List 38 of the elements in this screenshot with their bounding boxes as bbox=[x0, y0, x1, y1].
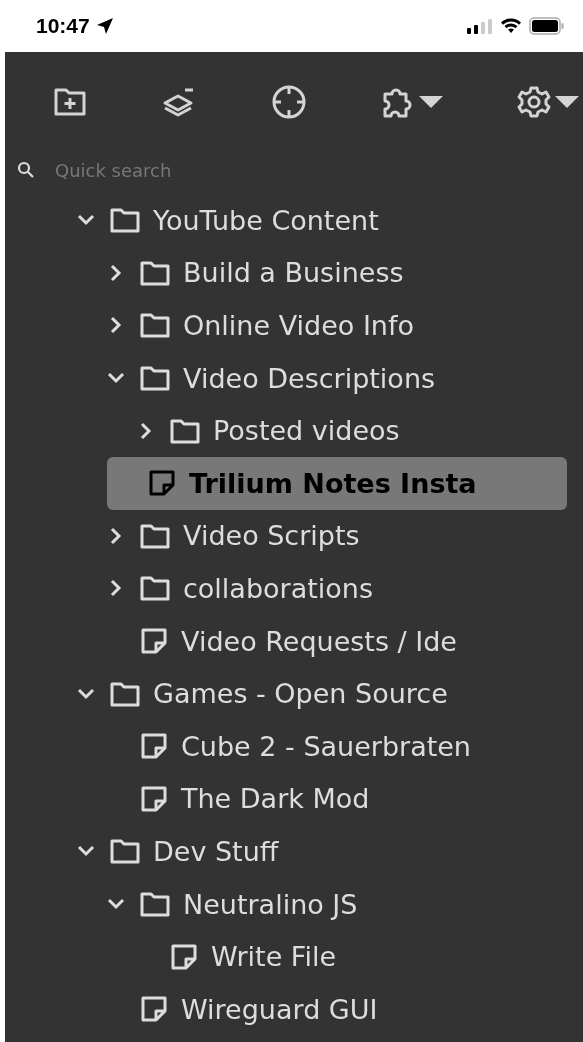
tree-item[interactable]: Posted videos bbox=[213, 415, 400, 447]
tree-item[interactable]: YouTube Content bbox=[153, 204, 379, 236]
tree-item[interactable]: Video Requests / Ide bbox=[181, 625, 457, 657]
tree-item[interactable]: Cube 2 - Sauerbraten bbox=[181, 730, 471, 762]
tree-item[interactable]: Dev Stuff bbox=[153, 835, 279, 867]
location-icon bbox=[95, 17, 114, 35]
battery-icon bbox=[529, 17, 565, 35]
folder-icon bbox=[139, 311, 171, 340]
note-icon bbox=[139, 626, 169, 657]
wifi-icon bbox=[500, 18, 522, 34]
settings-menu-button[interactable] bbox=[517, 85, 579, 119]
tree-item[interactable]: Video Descriptions bbox=[183, 362, 436, 394]
search-field[interactable]: Quick search bbox=[55, 159, 355, 181]
tree-item[interactable]: Games - Open Source bbox=[153, 678, 448, 710]
note-icon bbox=[139, 731, 169, 762]
caret-icon bbox=[555, 96, 579, 108]
note-icon bbox=[139, 994, 169, 1025]
folder-icon bbox=[139, 890, 171, 918]
tree-item[interactable]: Video Scripts bbox=[183, 520, 360, 552]
crosshair-button[interactable] bbox=[271, 84, 307, 120]
tree-item[interactable]: Wireguard GUI bbox=[181, 993, 378, 1025]
tree-item[interactable]: Neutralino JS bbox=[183, 888, 358, 920]
search-icon bbox=[17, 161, 35, 179]
tree-item[interactable]: collaborations bbox=[183, 572, 373, 604]
new-folder-button[interactable] bbox=[53, 86, 87, 118]
folder-icon bbox=[109, 206, 141, 235]
folder-icon bbox=[139, 364, 171, 393]
note-icon bbox=[147, 468, 177, 499]
tree-item[interactable]: Online Video Info bbox=[183, 310, 414, 341]
tree-item[interactable]: Build a Business bbox=[183, 257, 404, 289]
caret-icon bbox=[419, 96, 443, 108]
clock: 10:47 bbox=[36, 14, 90, 38]
signal-icon bbox=[467, 18, 493, 34]
tree-item[interactable]: Write File bbox=[211, 941, 337, 973]
tree-item[interactable]: Trilium Notes Insta bbox=[107, 456, 567, 510]
folder-icon bbox=[139, 574, 171, 603]
folder-icon bbox=[109, 837, 141, 866]
tree-item[interactable]: The Dark Mod bbox=[181, 783, 370, 815]
